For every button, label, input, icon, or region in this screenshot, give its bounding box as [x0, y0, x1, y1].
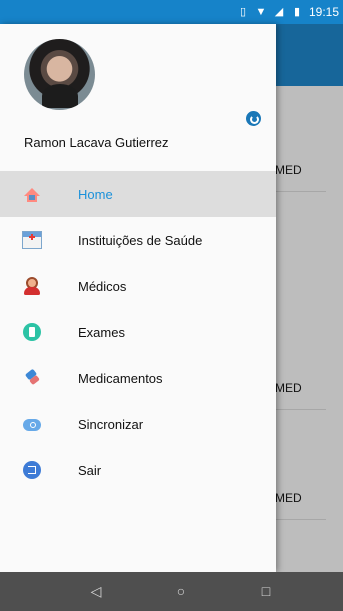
menu-item-sync[interactable]: Sincronizar [0, 401, 276, 447]
back-icon[interactable]: ◁ [88, 583, 104, 599]
recent-apps-icon[interactable]: □ [258, 583, 274, 599]
background-list-item: MED [270, 127, 326, 192]
menu-item-home[interactable]: Home [0, 171, 276, 217]
background-item-label: MED [275, 381, 302, 395]
exit-icon [22, 460, 42, 480]
navigation-drawer: Ramon Lacava Gutierrez Home Instituições… [0, 24, 276, 572]
battery-icon: ▮ [293, 6, 300, 18]
vibrate-icon: ▯ [239, 6, 246, 18]
background-item-label: MED [275, 491, 302, 505]
exam-icon [22, 322, 42, 342]
menu-item-medicines[interactable]: Medicamentos [0, 355, 276, 401]
power-icon[interactable] [246, 111, 261, 126]
clock: 19:15 [308, 5, 339, 19]
drawer-menu: Home Instituições de Saúde Médicos Exame… [0, 171, 276, 493]
sync-icon [22, 414, 42, 434]
menu-item-exams[interactable]: Exames [0, 309, 276, 355]
wifi-icon: ▼ [255, 6, 267, 18]
system-navigation-bar: ◁ ○ □ [0, 572, 343, 611]
background-item-label: MED [275, 163, 302, 177]
doctor-icon [22, 276, 42, 296]
hospital-icon [22, 230, 42, 250]
home-icon [22, 184, 42, 204]
background-list-item: MED [270, 345, 326, 410]
menu-item-label: Médicos [78, 278, 127, 294]
menu-item-label: Home [78, 186, 113, 202]
background-list-item: MED [270, 455, 326, 520]
medicine-icon [22, 368, 42, 388]
home-nav-icon[interactable]: ○ [173, 583, 189, 599]
drawer-header: Ramon Lacava Gutierrez [0, 24, 276, 168]
status-bar: ▯ ▼ ◢ ▮ 19:15 [0, 0, 343, 24]
menu-item-label: Medicamentos [78, 370, 163, 386]
menu-item-doctors[interactable]: Médicos [0, 263, 276, 309]
user-name: Ramon Lacava Gutierrez [24, 135, 169, 150]
phone-screen: ▯ ▼ ◢ ▮ 19:15 MED MED MED Ramon Lacava G… [0, 0, 343, 611]
menu-item-label: Sair [78, 462, 102, 478]
menu-item-exit[interactable]: Sair [0, 447, 276, 493]
menu-item-label: Exames [78, 324, 125, 340]
signal-icon: ◢ [274, 6, 284, 18]
status-icons: ▯ ▼ ◢ ▮ 19:15 [237, 0, 343, 24]
menu-item-label: Sincronizar [78, 416, 144, 432]
menu-item-label: Instituições de Saúde [78, 232, 203, 248]
menu-item-health-institutions[interactable]: Instituições de Saúde [0, 217, 276, 263]
user-avatar[interactable] [24, 39, 95, 110]
